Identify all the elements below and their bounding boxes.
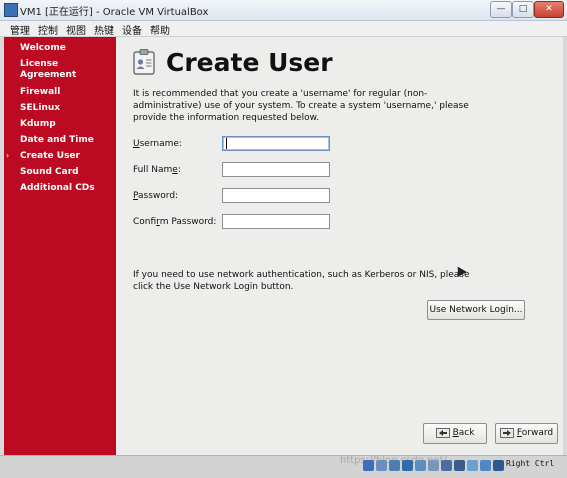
user-card-icon [133,49,155,75]
menu-view[interactable]: 视图 [66,22,86,37]
network-status-icon[interactable] [402,460,413,471]
username-field[interactable] [222,136,330,151]
maximize-button[interactable]: □ [512,1,534,18]
back-button[interactable]: Back [423,423,487,444]
menu-hotkey[interactable]: 热键 [94,22,114,37]
shared-folders-status-icon[interactable] [428,460,439,471]
virtualbox-icon [4,3,18,17]
hard-disk-status-icon[interactable] [363,460,374,471]
display-status-icon[interactable] [441,460,452,471]
page-title: Create User [166,48,333,77]
username-label: Username: [133,139,182,149]
close-button[interactable]: ✕ [534,1,564,18]
forward-arrow-icon [499,427,514,438]
sidebar-item-firewall: Firewall [20,87,61,97]
confirm-password-field[interactable] [222,214,330,229]
audio-status-icon[interactable] [389,460,400,471]
sidebar-item-kdump: Kdump [20,119,56,129]
optical-drive-status-icon[interactable] [376,460,387,471]
menu-manage[interactable]: 管理 [10,22,30,37]
forward-button[interactable]: Forward [495,423,558,444]
usb-status-icon[interactable] [415,460,426,471]
keyboard-status-icon[interactable] [493,460,504,471]
menu-control[interactable]: 控制 [38,22,58,37]
minimize-button[interactable]: — [490,1,512,18]
full-name-field[interactable] [222,162,330,177]
active-item-marker: › [6,151,10,160]
back-arrow-icon [435,427,450,438]
menu-bar: 管理 控制 视图 热键 设备 帮助 [0,21,567,37]
host-key-label: Right Ctrl [506,459,555,468]
menu-help[interactable]: 帮助 [150,22,170,37]
confirm-password-label: Confirm Password: [133,217,217,227]
menu-devices[interactable]: 设备 [122,22,142,37]
password-field[interactable] [222,188,330,203]
sidebar-item-date-time: Date and Time [20,135,94,145]
intro-text: It is recommended that you create a 'use… [133,89,469,123]
text-caret [226,138,227,149]
sidebar-item-license: License Agreement [20,59,77,80]
full-name-label: Full Name: [133,165,181,175]
sidebar-item-create-user: Create User [20,151,80,161]
window-title: VM1 [正在运行] - Oracle VM VirtualBox [20,7,209,18]
sidebar-item-additional-cds: Additional CDs [20,183,95,193]
cpu-status-icon[interactable] [467,460,478,471]
sidebar-item-selinux: SELinux [20,103,61,113]
window-title-bar: VM1 [正在运行] - Oracle VM VirtualBox — □ ✕ [0,0,567,21]
password-label: Password: [133,191,179,201]
sidebar-item-welcome: Welcome [20,43,66,53]
video-capture-status-icon[interactable] [454,460,465,471]
mouse-integration-status-icon[interactable] [480,460,491,471]
firstboot-sidebar [4,37,116,455]
network-login-text: If you need to use network authenticatio… [133,270,470,292]
sidebar-item-sound-card: Sound Card [20,167,79,177]
use-network-login-button[interactable]: Use Network Login... [427,300,525,320]
